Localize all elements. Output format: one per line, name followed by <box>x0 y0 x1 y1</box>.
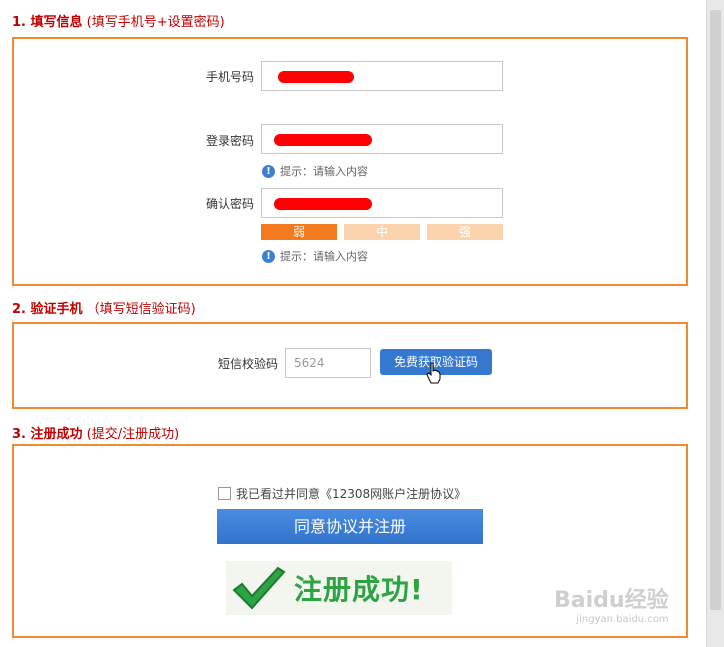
section3-title-sub: (提交/注册成功) <box>86 427 180 442</box>
password-hint: ! 提示：请输入内容 <box>262 163 368 179</box>
phone-label: 手机号码 <box>205 70 254 84</box>
password-input[interactable] <box>261 124 503 154</box>
section2-title: 2. 验证手机 （填写短信验证码) <box>12 298 196 317</box>
agree-text: 我已看过并同意《12308网账户注册协议》 <box>236 487 467 501</box>
info-icon: ! <box>262 249 275 263</box>
confirm-hint: ! 提示：请输入内容 <box>262 248 368 264</box>
section1-title: 1. 填写信息 (填写手机号+设置密码) <box>12 11 225 30</box>
section2-title-sub: （填写短信验证码) <box>86 302 196 317</box>
section3-title-main: 3. 注册成功 <box>12 427 83 442</box>
confirm-label: 确认密码 <box>205 197 254 211</box>
register-button[interactable]: 同意协议并注册 <box>217 509 483 544</box>
redaction-mark <box>274 134 372 146</box>
register-success-panel: 我已看过并同意《12308网账户注册协议》 同意协议并注册 注册成功! Baid… <box>12 444 688 638</box>
strength-strong: 强 <box>427 224 503 240</box>
checkmark-icon <box>232 566 286 610</box>
section3-title: 3. 注册成功 (提交/注册成功) <box>12 423 179 442</box>
watermark-brand: Baidu经验 <box>554 588 669 613</box>
agree-checkbox[interactable] <box>218 487 231 500</box>
confirm-password-input[interactable] <box>261 188 503 218</box>
success-text: 注册成功! <box>294 573 424 606</box>
watermark-url: jingyan.baidu.com <box>576 614 669 625</box>
register-button-label: 同意协议并注册 <box>293 517 406 536</box>
redaction-mark <box>278 71 354 83</box>
sms-code-value: 5624 <box>294 356 325 370</box>
strength-medium: 中 <box>344 224 420 240</box>
section1-title-main: 1. 填写信息 <box>12 15 83 30</box>
baidu-watermark: Baidu经验 jingyan.baidu.com <box>554 582 669 625</box>
phone-input[interactable] <box>261 61 503 91</box>
sms-label: 短信校验码 <box>217 357 278 371</box>
scrollbar-thumb[interactable] <box>710 10 721 610</box>
sms-code-input[interactable]: 5624 <box>285 348 371 378</box>
success-banner: 注册成功! <box>226 561 452 615</box>
agree-row: 我已看过并同意《12308网账户注册协议》 <box>218 485 466 502</box>
hand-cursor-icon <box>426 362 441 384</box>
section1-title-sub: (填写手机号+设置密码) <box>86 15 225 30</box>
password-hint-text: 提示：请输入内容 <box>280 165 368 178</box>
fill-info-panel: 手机号码 登录密码 ! 提示：请输入内容 确认密码 弱 中 强 ! 提示：请输入… <box>12 37 688 286</box>
password-strength-meter: 弱 中 强 <box>261 224 503 240</box>
vertical-scrollbar[interactable] <box>706 0 724 647</box>
strength-weak: 弱 <box>261 224 337 240</box>
info-icon: ! <box>262 164 275 178</box>
confirm-hint-text: 提示：请输入内容 <box>280 250 368 263</box>
section2-title-main: 2. 验证手机 <box>12 302 83 317</box>
password-label: 登录密码 <box>205 134 254 148</box>
redaction-mark <box>274 198 372 210</box>
verify-phone-panel: 短信校验码 5624 免费获取验证码 <box>12 322 688 409</box>
